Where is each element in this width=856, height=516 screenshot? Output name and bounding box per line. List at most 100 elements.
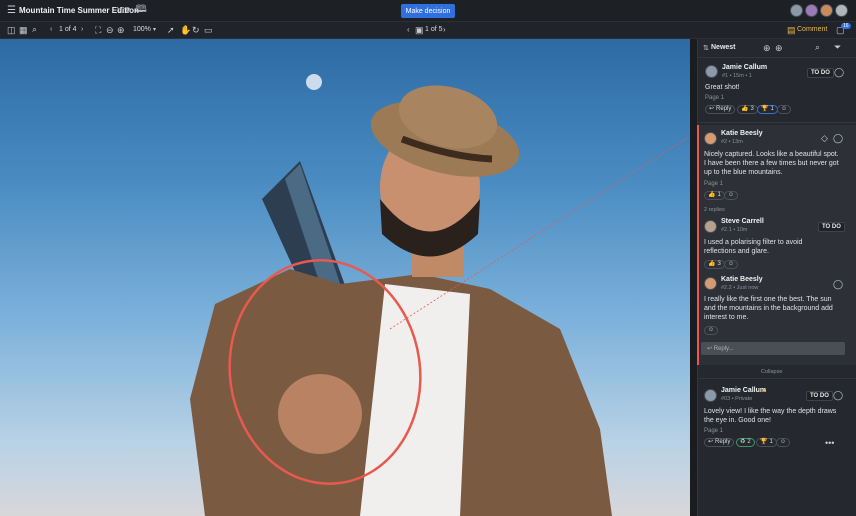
page-label: Page 1: [705, 95, 725, 101]
rotate-icon[interactable]: ↻: [192, 26, 200, 35]
thumbs-up-icon: 👍: [741, 106, 749, 112]
thread-content: Katie Beesly #2 • 13m ◇ ◯ Nicely capture…: [697, 125, 856, 516]
comment-meta: #1 • 15m • 1: [722, 73, 752, 79]
comment-text: Great shot!: [705, 84, 740, 91]
like-button[interactable]: 👍 3: [704, 260, 725, 269]
thumbs-up-icon: ♻: [740, 439, 746, 445]
status-badge[interactable]: TO DO: [807, 68, 834, 78]
chevron-left-icon[interactable]: ‹: [50, 26, 52, 33]
add-reaction-button[interactable]: ☺: [704, 326, 719, 335]
chevron-right-icon[interactable]: ›: [443, 26, 446, 34]
thumbs-up-icon: 👍: [708, 261, 716, 267]
menu-icon[interactable]: ☰: [7, 6, 16, 16]
photo: [190, 74, 690, 516]
avatar[interactable]: [790, 4, 803, 17]
comment-text: interest to me.: [704, 314, 749, 321]
fit-icon[interactable]: ⛶: [95, 26, 101, 35]
check-circle-icon[interactable]: ◯: [833, 280, 843, 289]
add-icon[interactable]: ⊕: [775, 44, 783, 53]
image-canvas[interactable]: [0, 39, 690, 516]
avatar[interactable]: [835, 4, 848, 17]
award-button[interactable]: 🏆 1: [757, 105, 778, 114]
thumbs-up-icon: 👍: [708, 192, 716, 198]
chevron-right-icon[interactable]: ›: [81, 26, 83, 33]
search-icon[interactable]: ⌕: [32, 25, 37, 34]
ruler-icon[interactable]: ▭: [204, 26, 213, 35]
avatar: [705, 65, 718, 78]
check-circle-icon[interactable]: ◯: [833, 391, 843, 400]
comment-button[interactable]: Comment: [797, 26, 827, 33]
comment-author: Katie Beesly: [721, 276, 763, 283]
add-reaction-button[interactable]: ☺: [777, 105, 792, 114]
panel-divider[interactable]: [690, 39, 697, 516]
make-decision-button[interactable]: Make decision: [401, 4, 455, 18]
comment-icon[interactable]: ▤: [787, 26, 796, 35]
grid-icon[interactable]: ▦: [19, 26, 28, 35]
add-reaction-button[interactable]: ☺: [776, 438, 791, 447]
reply-button[interactable]: ↩ Reply: [704, 438, 735, 447]
version-icon: ▣: [415, 25, 424, 35]
check-circle-icon[interactable]: ◯: [833, 134, 843, 143]
award-button[interactable]: 🏆 1: [756, 438, 777, 447]
award-icon: 🏆: [761, 106, 769, 112]
search-icon[interactable]: ⌕: [815, 43, 820, 52]
like-button[interactable]: 👍 3: [737, 105, 758, 114]
check-circle-icon[interactable]: ◯: [834, 68, 844, 77]
like-button[interactable]: 👍 1: [704, 191, 725, 200]
book-icon[interactable]: 🕮: [135, 5, 147, 15]
replies-count[interactable]: 2 replies: [704, 207, 725, 213]
sort-label[interactable]: Newest: [711, 44, 736, 51]
zoom-out-icon[interactable]: ⊖: [106, 26, 114, 35]
reply-label: Reply: [716, 106, 732, 112]
page-label: Page 1: [704, 181, 724, 187]
reply-placeholder: Reply...: [713, 346, 734, 352]
emoji-icon: ☺: [708, 327, 715, 333]
avatar: [704, 220, 717, 233]
comment-text: up to the blue mountains.: [704, 169, 783, 176]
chevron-down-icon[interactable]: ▾: [153, 27, 156, 33]
comment-author: Katie Beesly: [721, 130, 763, 137]
add-reaction-button[interactable]: ☺: [724, 260, 739, 269]
reply-icon: ↩: [708, 439, 714, 445]
add-reaction-button[interactable]: ☺: [724, 191, 739, 200]
zoom-in-icon[interactable]: ⊕: [117, 26, 125, 35]
comment-meta: #2.1 • 10m: [721, 227, 748, 233]
avatar: [704, 277, 717, 290]
zoom-level[interactable]: 100%: [133, 26, 151, 33]
status-badge[interactable]: TO DO: [818, 222, 845, 232]
notification-badge: 16: [841, 23, 851, 29]
top-bar: ☰ Mountain Time Summer Edition V.1 ▾ 🕮 M…: [0, 0, 856, 22]
comment-text: reflections and glare.: [704, 248, 769, 255]
like-button[interactable]: ♻ 2: [736, 438, 755, 447]
like-count: 3: [717, 261, 721, 267]
reply-input[interactable]: ↩ Reply...: [701, 342, 845, 355]
award-count: 1: [769, 439, 773, 445]
filter-icon[interactable]: ⏷: [834, 43, 841, 52]
page-label: Page 1: [704, 428, 724, 434]
collapse-button[interactable]: Collapse: [761, 369, 782, 375]
hand-icon[interactable]: ✋: [180, 26, 191, 35]
emoji-icon: ☺: [728, 261, 735, 267]
tag-icon[interactable]: ◇: [821, 134, 828, 143]
emoji-icon: ☺: [728, 192, 735, 198]
emoji-icon: ☺: [780, 439, 787, 445]
more-icon[interactable]: •••: [825, 439, 834, 448]
page-indicator: 1 of 4: [59, 26, 77, 33]
chevron-left-icon[interactable]: ‹: [407, 26, 410, 34]
like-count: 1: [717, 192, 721, 198]
comment-author: Steve Carrell: [721, 218, 764, 225]
reply-button[interactable]: ↩ Reply: [705, 105, 736, 114]
reply-icon: ↩: [709, 106, 715, 112]
comment-author: Jamie Callum: [722, 64, 768, 71]
sort-icon[interactable]: ⇅: [703, 45, 709, 52]
comment-meta: #2.2 • Just now: [721, 285, 759, 291]
avatar[interactable]: [805, 4, 818, 17]
cursor-icon[interactable]: ➚: [167, 26, 175, 35]
award-count: 1: [770, 106, 774, 112]
like-count: 3: [750, 106, 754, 112]
add-icon[interactable]: ⊕: [763, 44, 771, 53]
avatar[interactable]: [820, 4, 833, 17]
status-badge[interactable]: TO DO: [806, 391, 833, 401]
chevron-down-icon[interactable]: ▾: [127, 7, 130, 13]
sidebar-icon[interactable]: ◫: [7, 26, 16, 35]
